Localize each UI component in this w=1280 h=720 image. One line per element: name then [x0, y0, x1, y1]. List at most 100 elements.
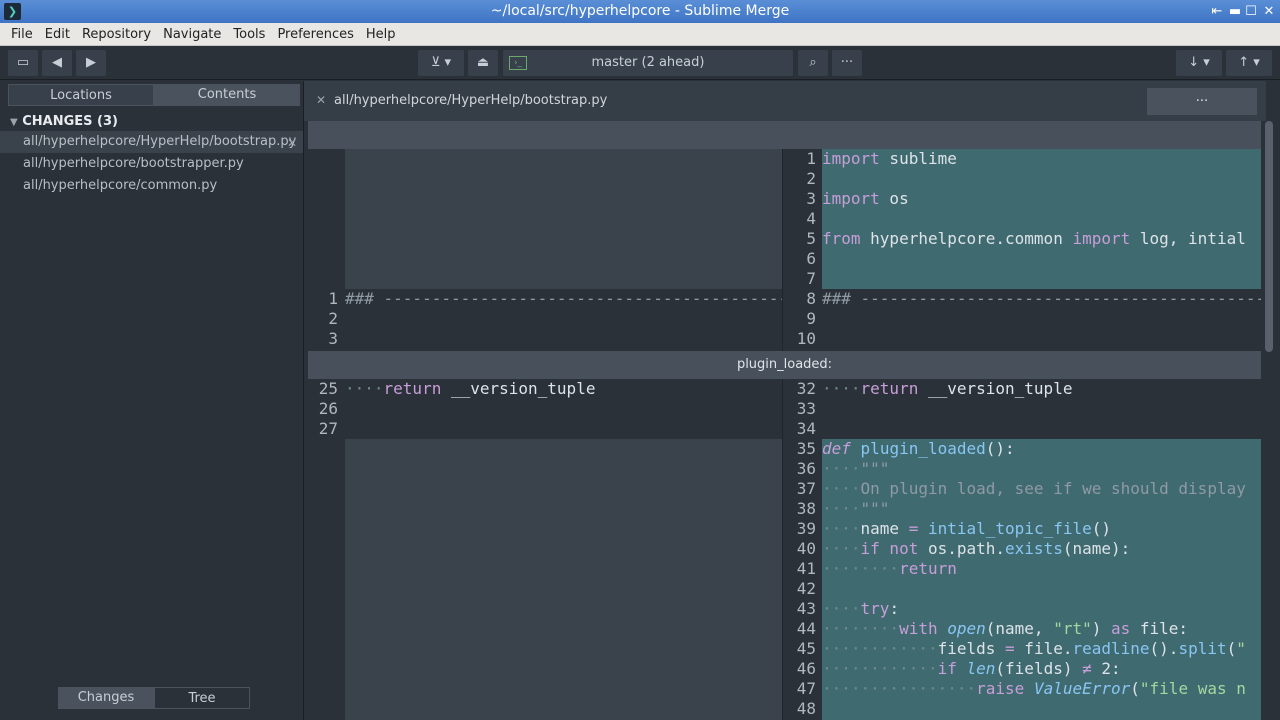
left-gutter: 1 2 3	[308, 289, 338, 349]
line-number: 1	[806, 149, 816, 168]
line-number: 10	[796, 329, 816, 348]
pop-icon[interactable]: ⏏	[468, 50, 498, 76]
sidebar: Locations Contents ▼ CHANGES (3) all/hyp…	[0, 81, 304, 720]
close-icon[interactable]: ✕	[287, 132, 297, 154]
line-number: 8	[806, 289, 816, 308]
code-line: ················raise ValueError("file w…	[822, 679, 1246, 698]
toolbar: ▭ ◀ ▶ ⊻ ▾ ⏏ ›_ master (2 ahead) ⌕ ··· ↓ …	[0, 46, 1280, 80]
line-number: 41	[796, 559, 816, 578]
right-code-context: ### ------------------------------------…	[822, 289, 1261, 349]
tab-changes[interactable]: Changes	[58, 687, 154, 709]
code-line: ········return	[822, 559, 957, 578]
more-icon[interactable]: ···	[1147, 88, 1257, 115]
line-number: 40	[796, 539, 816, 558]
line-number: 9	[806, 309, 816, 328]
push-icon[interactable]: ↑ ▾	[1226, 50, 1272, 76]
file-item[interactable]: all/hyperhelpcore/HyperHelp/bootstrap.py…	[0, 131, 303, 153]
pull-icon[interactable]: ↓ ▾	[1176, 50, 1222, 76]
right-gutter: 1 2 3 4 5 6 7 8 9 10	[782, 149, 816, 349]
line-number: 32	[796, 379, 816, 398]
terminal-icon[interactable]: ›_	[509, 56, 527, 70]
line-number: 35	[796, 439, 816, 458]
hunk-header: plugin_loaded:	[308, 351, 1261, 379]
right-gutter: 32 33 34 35 36 37 38 39 40 41 42 43 44 4…	[782, 379, 816, 719]
left-gutter-filler	[308, 149, 345, 289]
line-number: 39	[796, 519, 816, 538]
code-line: ····"""	[822, 459, 890, 478]
line-number: 36	[796, 459, 816, 478]
menu-file[interactable]: File	[5, 23, 39, 46]
code-line: ····On plugin load, see if we should dis…	[822, 479, 1246, 498]
file-item-label: all/hyperhelpcore/HyperHelp/bootstrap.py	[23, 134, 297, 149]
close-icon[interactable]: ✕	[316, 93, 326, 107]
code-line: ### ------------------------------------…	[822, 289, 1261, 308]
line-number: 44	[796, 619, 816, 638]
line-number: 6	[806, 249, 816, 268]
line-number: 26	[318, 399, 338, 418]
menu-navigate[interactable]: Navigate	[157, 23, 227, 46]
line-number: 48	[796, 699, 816, 718]
code-line: ### ------------------------------------…	[345, 289, 782, 308]
menu-repository[interactable]: Repository	[76, 23, 157, 46]
line-number: 2	[328, 309, 338, 328]
file-item[interactable]: all/hyperhelpcore/bootstrapper.py	[0, 153, 303, 175]
line-number: 37	[796, 479, 816, 498]
line-number: 47	[796, 679, 816, 698]
left-empty-region	[345, 439, 782, 720]
tab-tree[interactable]: Tree	[154, 687, 250, 709]
menu-tools[interactable]: Tools	[227, 23, 271, 46]
left-code: ····return __version_tuple	[345, 379, 782, 439]
forward-arrow-icon[interactable]: ▶	[76, 50, 106, 76]
left-gutter: 25 26 27	[308, 379, 338, 439]
line-number: 42	[796, 579, 816, 598]
file-item[interactable]: all/hyperhelpcore/common.py	[0, 175, 303, 197]
file-path: all/hyperhelpcore/HyperHelp/bootstrap.py	[334, 93, 608, 108]
right-code-context: ····return __version_tuple	[822, 379, 1261, 439]
sidebar-toggle-icon[interactable]: ▭	[8, 50, 38, 76]
line-number: 25	[318, 379, 338, 398]
right-added-block: import sublime import os from hyperhelpc…	[822, 149, 1261, 289]
line-number: 3	[328, 329, 338, 348]
app-icon: ❯	[4, 3, 21, 20]
line-number: 34	[796, 419, 816, 438]
code-line: ····name = intial_topic_file()	[822, 519, 1112, 538]
maximize-icon[interactable]: ☐	[1242, 0, 1260, 23]
branch-selector[interactable]: ›_ master (2 ahead)	[503, 50, 793, 76]
tab-contents[interactable]: Contents	[154, 84, 300, 106]
vertical-scrollbar[interactable]	[1265, 121, 1273, 352]
code-line: ········with open(name, "rt") as file:	[822, 619, 1189, 638]
close-window-icon[interactable]: ✕	[1260, 0, 1278, 23]
code-line: ············if len(fields) ≠ 2:	[822, 659, 1121, 678]
code-line: ····"""	[822, 499, 890, 518]
title-bar: ❯ ~/local/src/hyperhelpcore - Sublime Me…	[0, 0, 1280, 23]
stash-icon[interactable]: ⊻ ▾	[418, 50, 464, 76]
pin-icon[interactable]: ⇤	[1208, 0, 1226, 23]
back-arrow-icon[interactable]: ◀	[42, 50, 72, 76]
code-line: ····if not os.path.exists(name):	[822, 539, 1131, 558]
search-icon[interactable]: ⌕	[798, 50, 828, 76]
code-line: ····return __version_tuple	[822, 379, 1073, 398]
diff-view: ✕ all/hyperhelpcore/HyperHelp/bootstrap.…	[304, 81, 1280, 720]
code-line: def plugin_loaded():	[822, 439, 1015, 458]
chevron-down-icon[interactable]: ▼	[10, 117, 18, 128]
menu-preferences[interactable]: Preferences	[271, 23, 359, 46]
menu-bar: File Edit Repository Navigate Tools Preferenc…	[0, 23, 1280, 46]
changes-section[interactable]: ▼ CHANGES (3)	[10, 114, 118, 129]
line-number: 45	[796, 639, 816, 658]
window-title: ~/local/src/hyperhelpcore - Sublime Merg…	[490, 3, 790, 19]
line-number: 7	[806, 269, 816, 288]
line-number: 27	[318, 419, 338, 438]
menu-help[interactable]: Help	[360, 23, 402, 46]
line-number: 3	[806, 189, 816, 208]
menu-edit[interactable]: Edit	[39, 23, 76, 46]
hunk-header-top	[308, 121, 1261, 149]
more-icon[interactable]: ···	[832, 50, 862, 76]
line-number: 33	[796, 399, 816, 418]
code-line: ············fields = file.readline().spl…	[822, 639, 1246, 658]
code-line: import os	[822, 189, 909, 208]
line-number: 1	[328, 289, 338, 308]
tab-locations[interactable]: Locations	[8, 84, 154, 106]
